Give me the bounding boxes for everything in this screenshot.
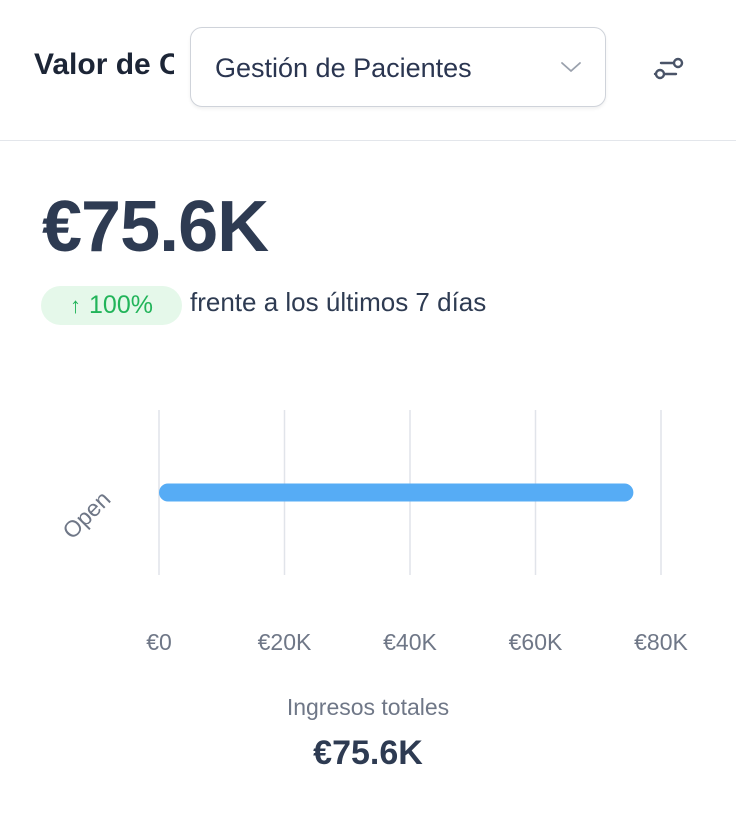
total-label: Ingresos totales [286, 694, 450, 720]
x-tick-label: €40K [383, 629, 437, 655]
chevron-down-icon [561, 62, 581, 72]
total-value: €75.6K [313, 734, 423, 772]
change-percent: 100% [89, 291, 153, 319]
x-tick-label: €20K [258, 629, 312, 655]
page-title: Valor de Oportunidades [34, 48, 174, 81]
bar-open[interactable] [159, 483, 634, 502]
pipeline-select-value: Gestión de Pacientes [215, 53, 472, 83]
x-tick-label: €60K [509, 629, 563, 655]
chart-bars [159, 483, 634, 502]
comparison-text: frente a los últimos 7 días [190, 287, 487, 317]
arrow-up-icon: ↑ [70, 292, 82, 318]
change-badge: ↑ 100% [41, 286, 182, 325]
revenue-bar-chart: €0 €20K €40K €60K €80K Open [57, 410, 689, 655]
x-tick-label: €80K [634, 629, 688, 655]
metric-value: €75.6K [42, 187, 269, 267]
sliders-icon[interactable] [648, 50, 688, 90]
chart-labels: €0 €20K €40K €60K €80K Open [57, 486, 688, 655]
y-category-label: Open [57, 486, 115, 544]
pipeline-select[interactable]: Gestión de Pacientes [190, 27, 606, 107]
header: Valor de Oportunidades Gestión de Pacien… [0, 0, 736, 141]
x-tick-label: €0 [146, 629, 172, 655]
